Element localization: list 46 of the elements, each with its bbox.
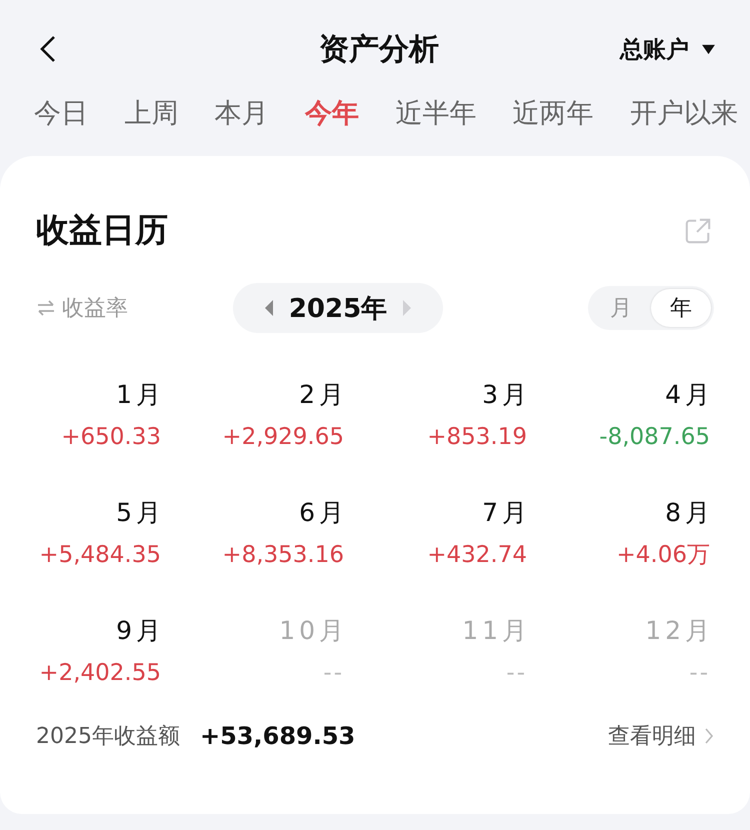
period-tab[interactable]: 本月	[214, 94, 269, 132]
month-label: 9月	[115, 615, 165, 647]
card-title: 收益日历	[36, 209, 168, 251]
period-tab[interactable]: 近两年	[512, 94, 594, 132]
month-value: +5,484.35	[38, 541, 161, 570]
view-details-link[interactable]: 查看明细	[608, 721, 714, 751]
month-value: +432.74	[426, 541, 527, 570]
month-label: 11月	[461, 615, 531, 647]
month-label: 3月	[481, 379, 531, 411]
period-tab[interactable]: 今日	[34, 94, 88, 132]
month-value: +2,929.65	[221, 423, 344, 452]
period-tab[interactable]: 近半年	[395, 94, 476, 132]
month-value: +4.06万	[616, 541, 710, 570]
period-tab[interactable]: 上周	[124, 94, 178, 132]
swap-icon	[36, 300, 56, 316]
month-label: 2月	[298, 379, 348, 411]
account-dropdown[interactable]: 总账户	[620, 34, 716, 64]
month-label: 1月	[115, 379, 165, 411]
month-value: +650.33	[60, 423, 161, 452]
total-value: +53,689.53	[200, 722, 356, 750]
month-value: -8,087.65	[598, 423, 710, 452]
total-label: 2025年收益额	[36, 723, 180, 751]
month-value: +2,402.55	[38, 659, 161, 688]
month-label: 10月	[278, 615, 348, 647]
year-label: 2025年	[288, 292, 388, 326]
period-tab[interactable]: 开户以来	[630, 94, 738, 132]
month-label: 5月	[115, 497, 165, 529]
month-label: 8月	[664, 497, 714, 529]
chevron-icon	[704, 727, 714, 745]
view-mode-option[interactable]: 年	[651, 289, 711, 327]
month-value: +853.19	[426, 423, 527, 452]
page-title: 资产分析	[319, 30, 439, 68]
period-tab[interactable]: 今年	[304, 94, 359, 132]
previous-year-arrow-icon[interactable]	[262, 299, 275, 317]
month-label: 7月	[481, 497, 531, 529]
metric-toggle[interactable]: 收益率	[36, 293, 128, 323]
back-icon[interactable]	[38, 34, 58, 64]
month-value: --	[505, 659, 527, 688]
month-value: --	[688, 659, 710, 688]
month-value: +8,353.16	[221, 541, 344, 570]
month-label: 12月	[644, 615, 714, 647]
caret-icon	[701, 44, 716, 54]
share-icon[interactable]	[684, 216, 712, 244]
month-value: --	[322, 659, 344, 688]
month-label: 4月	[664, 379, 714, 411]
month-label: 6月	[298, 497, 348, 529]
